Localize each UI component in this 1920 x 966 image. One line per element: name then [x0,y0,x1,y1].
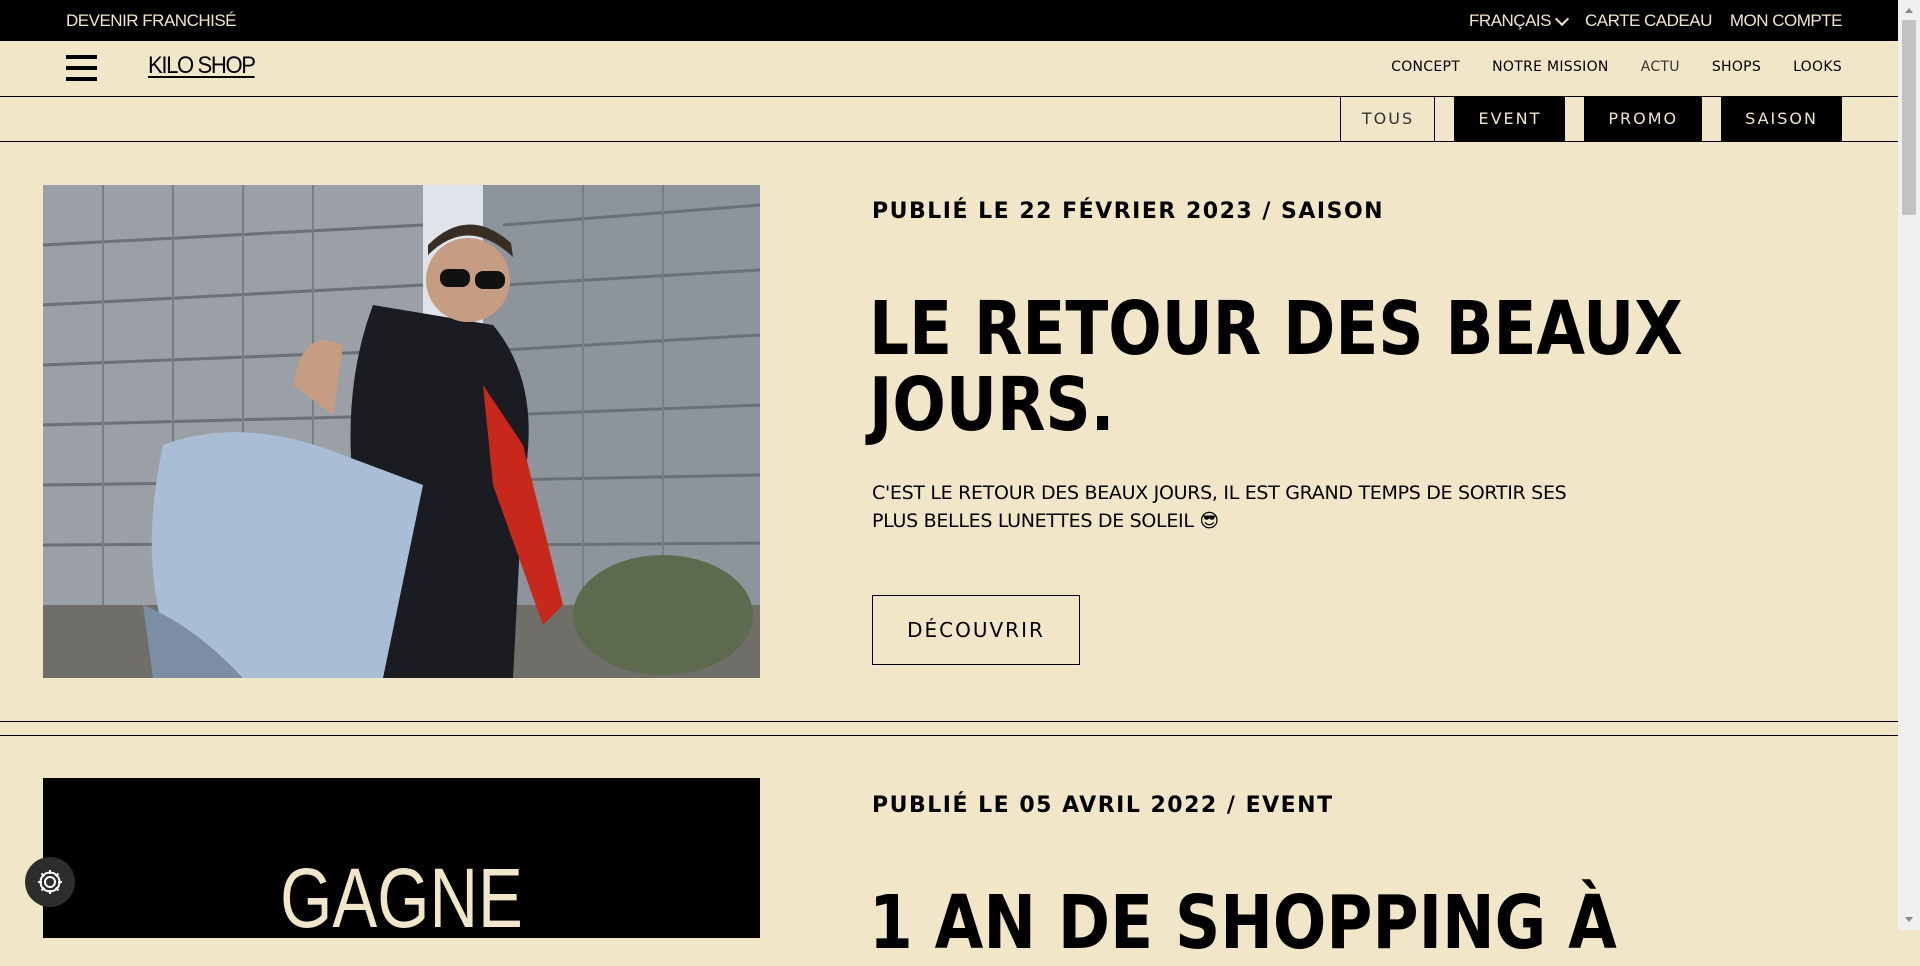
language-label: FRANÇAIS [1469,11,1551,30]
language-selector[interactable]: FRANÇAIS [1469,11,1570,31]
top-bar-links: FRANÇAIS CARTE CADEAU MON COMPTE [1469,11,1842,31]
top-bar: DEVENIR FRANCHISÉ FRANÇAIS CARTE CADEAU … [0,0,1898,41]
article-image[interactable] [43,185,760,678]
article-meta: PUBLIÉ LE 22 FÉVRIER 2023 / SAISON [872,199,1385,224]
hamburger-menu-icon[interactable] [66,55,97,82]
scrollbar-thumb[interactable] [1902,20,1916,215]
article-title[interactable]: 1 AN DE SHOPPING À [869,885,1617,961]
main-navbar: KILO SHOP CONCEPT NOTRE MISSION ACTU SHO… [0,41,1898,97]
category-filters: TOUS EVENT PROMO SAISON [1340,96,1842,141]
article-description: C'EST LE RETOUR DES BEAUX JOURS, IL EST … [872,479,1572,535]
article-image[interactable]: GAGNE [43,778,760,945]
become-franchisee-link[interactable]: DEVENIR FRANCHISÉ [66,11,237,31]
site-logo[interactable]: KILO SHOP [148,52,256,80]
nav-item-actu[interactable]: ACTU [1641,59,1680,75]
article-card: GAGNE PUBLIÉ LE 05 AVRIL 2022 / EVENT 1 … [0,735,1898,961]
article-card: PUBLIÉ LE 22 FÉVRIER 2023 / SAISON LE RE… [0,141,1898,722]
discover-button[interactable]: DÉCOUVRIR [872,595,1080,665]
article-meta: PUBLIÉ LE 05 AVRIL 2022 / EVENT [872,793,1334,818]
cookie-settings-icon[interactable] [25,857,75,907]
page-scrollbar[interactable] [1898,0,1920,930]
nav-item-looks[interactable]: LOOKS [1793,59,1842,75]
article-title[interactable]: LE RETOUR DES BEAUX JOURS. [869,291,1683,443]
nav-item-concept[interactable]: CONCEPT [1391,59,1460,75]
category-filter-bar: TOUS EVENT PROMO SAISON [0,96,1898,142]
scroll-up-icon[interactable] [1905,8,1913,13]
nav-item-shops[interactable]: SHOPS [1712,59,1761,75]
article-title-line: JOURS. [869,362,1115,448]
article-description-line: C'EST LE RETOUR DES BEAUX JOURS, IL EST … [872,482,1567,504]
filter-tous[interactable]: TOUS [1340,96,1436,141]
filter-event[interactable]: EVENT [1454,96,1566,141]
primary-nav: CONCEPT NOTRE MISSION ACTU SHOPS LOOKS [1391,59,1842,75]
filter-promo[interactable]: PROMO [1584,96,1703,141]
scroll-down-icon[interactable] [1905,917,1913,922]
gift-card-link[interactable]: CARTE CADEAU [1585,11,1712,31]
filter-saison[interactable]: SAISON [1721,96,1842,141]
promo-image-text: GAGNE [280,851,523,945]
article-title-line: LE RETOUR DES BEAUX [869,286,1683,372]
article-description-line: PLUS BELLES LUNETTES DE SOLEIL 😎 [872,510,1219,532]
nav-item-notre-mission[interactable]: NOTRE MISSION [1492,59,1609,75]
chevron-down-icon [1554,11,1570,26]
my-account-link[interactable]: MON COMPTE [1730,11,1843,31]
article-title-line: 1 AN DE SHOPPING À [869,880,1617,966]
